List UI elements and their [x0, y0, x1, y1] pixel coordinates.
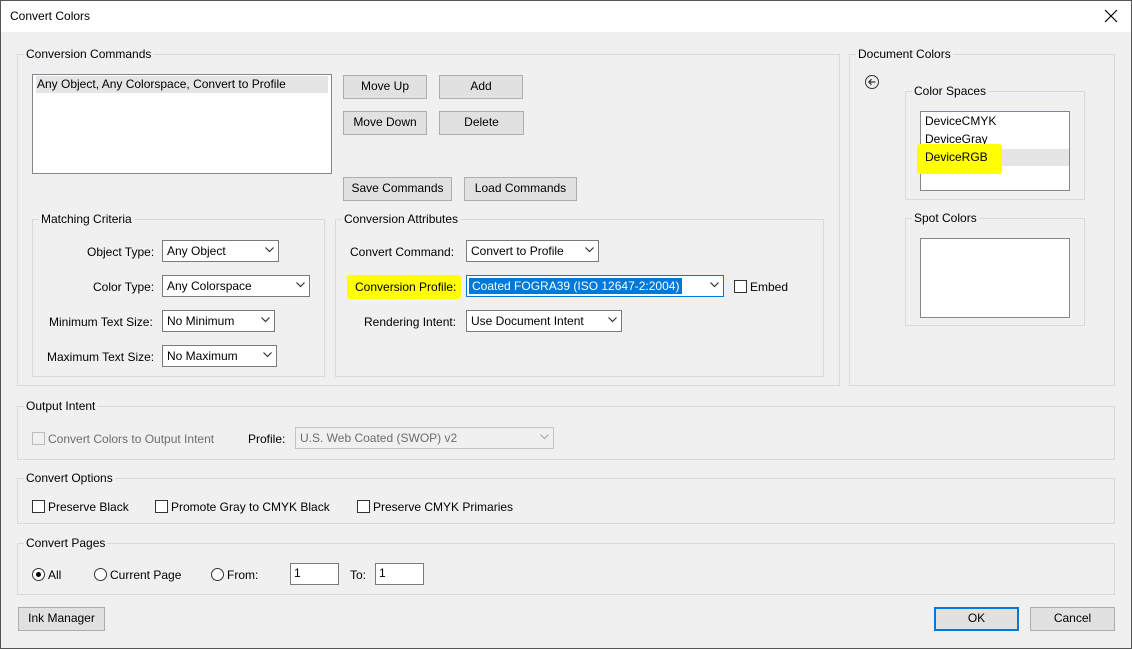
chevron-down-icon	[608, 317, 617, 323]
profile-label: Profile:	[248, 432, 286, 446]
window-title: Convert Colors	[10, 9, 91, 23]
min-text-size-label: Minimum Text Size:	[49, 315, 153, 329]
color-spaces-list[interactable]: DeviceCMYK DeviceGray DeviceRGB	[917, 111, 1070, 191]
color-type-select[interactable]: Any Colorspace	[162, 275, 310, 297]
convert-command-label: Convert Command:	[350, 245, 455, 259]
load-commands-button[interactable]: Load Commands	[464, 177, 577, 201]
document-colors-label: Document Colors	[856, 47, 953, 61]
list-item[interactable]: Any Object, Any Colorspace, Convert to P…	[36, 76, 328, 93]
to-label: To:	[350, 568, 367, 582]
embed-label: Embed	[750, 280, 789, 294]
output-intent-label: Output Intent	[24, 399, 98, 413]
from-page-field[interactable]: 1	[290, 563, 339, 585]
convert-pages-group	[17, 543, 1115, 595]
ink-manager-button[interactable]: Ink Manager	[18, 607, 105, 631]
conversion-profile-select[interactable]: Coated FOGRA39 (ISO 12647-2:2004)	[466, 275, 724, 297]
list-item[interactable]: DeviceCMYK	[924, 113, 1066, 130]
max-text-size-label: Maximum Text Size:	[47, 350, 155, 364]
ok-button[interactable]: OK	[934, 607, 1019, 631]
convert-options-label: Convert Options	[24, 471, 115, 485]
color-spaces-label: Color Spaces	[912, 84, 989, 98]
move-down-button[interactable]: Move Down	[343, 111, 427, 135]
color-type-label: Color Type:	[93, 280, 155, 294]
rendering-intent-label: Rendering Intent:	[364, 315, 457, 329]
from-label: From:	[227, 568, 259, 582]
rendering-intent-value: Use Document Intent	[471, 314, 584, 328]
chevron-down-icon	[261, 317, 270, 323]
all-pages-radio[interactable]	[32, 568, 45, 581]
chevron-down-icon	[263, 352, 272, 358]
preserve-cmyk-label: Preserve CMYK Primaries	[373, 500, 514, 514]
promote-gray-label: Promote Gray to CMYK Black	[171, 500, 330, 514]
color-type-value: Any Colorspace	[167, 279, 252, 293]
chevron-down-icon	[296, 282, 305, 288]
conversion-profile-label: Conversion Profile:	[355, 280, 457, 294]
preserve-black-label: Preserve Black	[48, 500, 129, 514]
all-pages-label: All	[48, 568, 62, 582]
back-arrow-icon[interactable]	[864, 74, 880, 90]
conversion-commands-label: Conversion Commands	[24, 47, 154, 61]
chevron-down-icon	[710, 282, 719, 288]
output-profile-select[interactable]: U.S. Web Coated (SWOP) v2	[295, 427, 554, 449]
max-text-size-value: No Maximum	[167, 349, 238, 363]
spot-colors-list[interactable]	[920, 238, 1070, 318]
save-commands-button[interactable]: Save Commands	[343, 177, 452, 201]
close-icon[interactable]	[1099, 4, 1123, 28]
chevron-down-icon	[585, 247, 594, 253]
preserve-cmyk-checkbox[interactable]	[357, 500, 370, 513]
convert-to-output-intent-checkbox[interactable]	[32, 432, 45, 445]
object-type-value: Any Object	[167, 244, 226, 258]
conversion-profile-value: Coated FOGRA39 (ISO 12647-2:2004)	[467, 277, 684, 295]
spot-colors-label: Spot Colors	[912, 211, 979, 225]
convert-command-select[interactable]: Convert to Profile	[466, 240, 599, 262]
convert-command-value: Convert to Profile	[471, 244, 564, 258]
convert-to-output-intent-label: Convert Colors to Output Intent	[48, 432, 215, 446]
promote-gray-checkbox[interactable]	[155, 500, 168, 513]
list-item[interactable]: DeviceRGB	[924, 149, 1069, 166]
embed-checkbox[interactable]	[734, 280, 747, 293]
object-type-label: Object Type:	[87, 245, 155, 259]
title-bar: Convert Colors	[1, 1, 1131, 32]
current-page-radio[interactable]	[94, 568, 107, 581]
cancel-button[interactable]: Cancel	[1030, 607, 1115, 631]
object-type-select[interactable]: Any Object	[162, 240, 279, 262]
preserve-black-checkbox[interactable]	[32, 500, 45, 513]
rendering-intent-select[interactable]: Use Document Intent	[466, 310, 622, 332]
conversion-commands-list[interactable]: Any Object, Any Colorspace, Convert to P…	[32, 74, 332, 174]
add-button[interactable]: Add	[439, 75, 523, 99]
chevron-down-icon	[540, 434, 549, 440]
current-page-label: Current Page	[110, 568, 182, 582]
max-text-size-select[interactable]: No Maximum	[162, 345, 277, 367]
to-page-field[interactable]: 1	[375, 563, 424, 585]
chevron-down-icon	[265, 247, 274, 253]
radio-selected-dot	[36, 572, 41, 577]
min-text-size-select[interactable]: No Minimum	[162, 310, 275, 332]
matching-criteria-label: Matching Criteria	[39, 212, 134, 226]
move-up-button[interactable]: Move Up	[343, 75, 427, 99]
delete-button[interactable]: Delete	[439, 111, 524, 135]
convert-pages-label: Convert Pages	[24, 536, 108, 550]
from-radio[interactable]	[211, 568, 224, 581]
conversion-attributes-label: Conversion Attributes	[342, 212, 461, 226]
output-profile-value: U.S. Web Coated (SWOP) v2	[300, 431, 458, 445]
min-text-size-value: No Minimum	[167, 314, 235, 328]
